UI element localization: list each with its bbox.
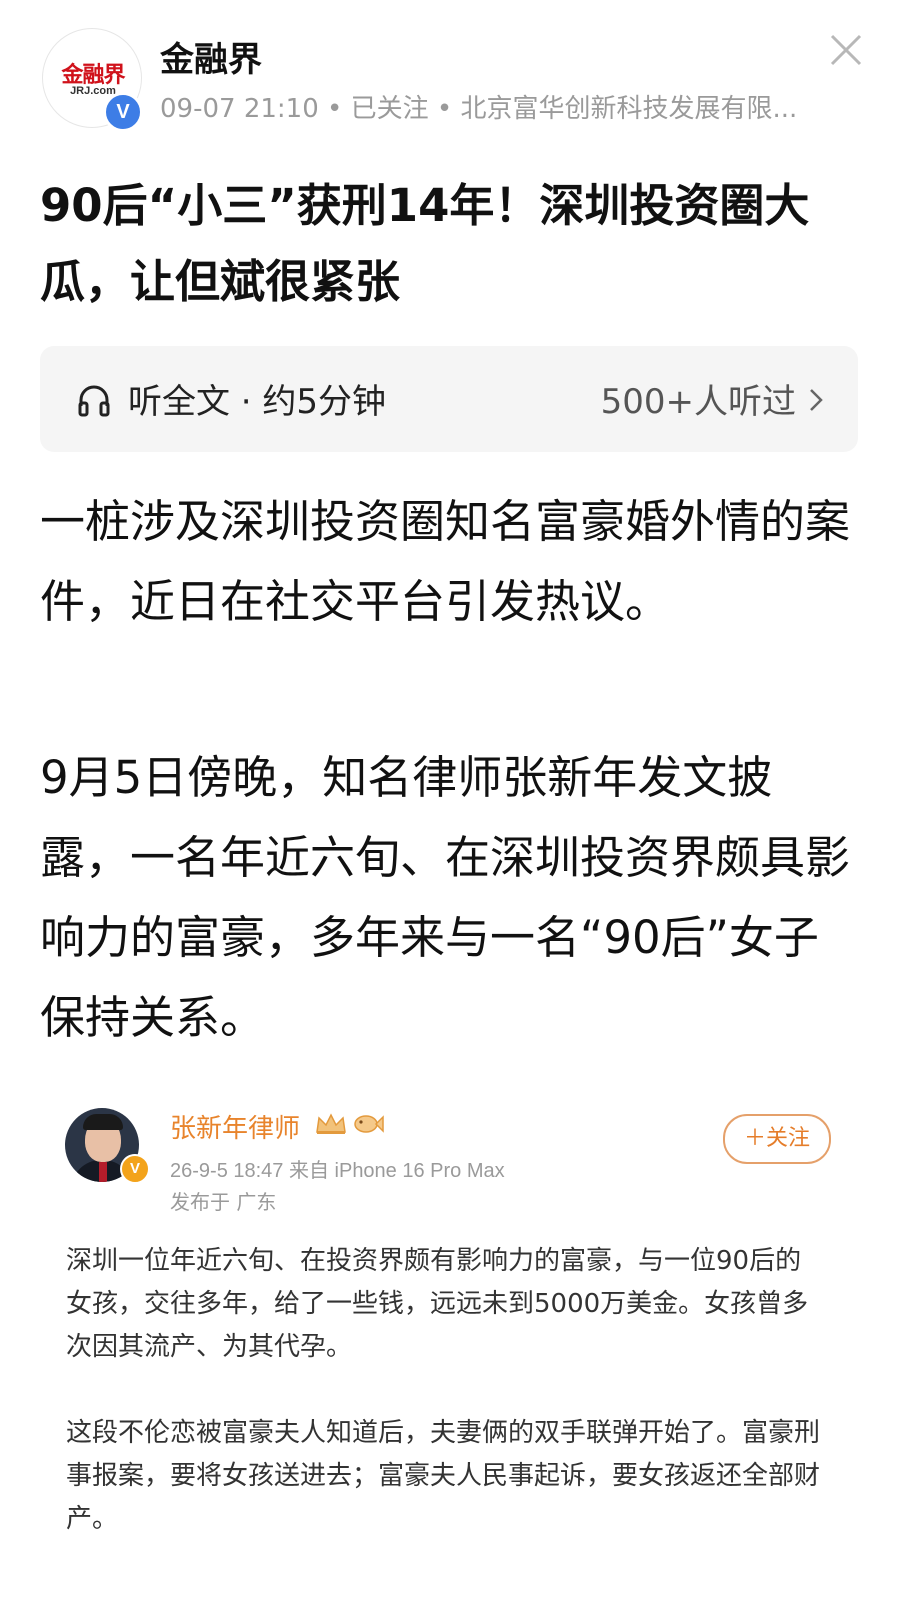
embed-paragraph: 这段不伦恋被富豪夫人知道后，夫妻俩的双手联弹开始了。富豪刑事报案，要将女孩送进去… xyxy=(66,1418,821,1534)
embed-author-name: 张新年律师 xyxy=(170,1114,301,1144)
article-paragraph: 9月5日傍晚，知名律师张新年发文披露，一名年近六旬、在深圳投资界颇具影响力的富豪… xyxy=(40,751,851,1044)
close-icon[interactable] xyxy=(826,30,866,70)
listen-full-article-bar[interactable]: 听全文 · 约5分钟 500+人听过 xyxy=(40,346,858,452)
fish-icon xyxy=(354,1115,384,1133)
article-title: 90后“小三”获刑14年！深圳投资圈大瓜，让但斌很紧张 xyxy=(40,179,810,308)
chevron-right-icon xyxy=(810,389,823,411)
post-header: 金融界 JRJ.com V 金融界 09-07 21:10 • 已关注 • 北京… xyxy=(0,0,922,140)
listen-count: 500+人听过 xyxy=(600,382,796,422)
embed-follow-button: ＋关注 xyxy=(723,1114,831,1164)
verified-badge-icon: V xyxy=(103,92,143,132)
post-meta: 09-07 21:10 • 已关注 • 北京富华创新科技发展有限... xyxy=(160,94,798,124)
embed-location: 发布于 广东 xyxy=(170,1190,277,1214)
embed-time-source: 26-9-5 18:47 来自 iPhone 16 Pro Max xyxy=(170,1160,505,1182)
embed-verified-icon: V xyxy=(120,1154,150,1184)
embed-paragraph: 深圳一位年近六旬、在投资界颇有影响力的富豪，与一位90后的女孩，交往多年，给了一… xyxy=(66,1246,809,1362)
article-paragraph: 一桩涉及深圳投资圈知名富豪婚外情的案件，近日在社交平台引发热议。 xyxy=(40,495,851,628)
embedded-post-screenshot: V 张新年律师 26-9-5 18:47 来自 iPhone 16 Pro Ma… xyxy=(40,1090,882,1609)
account-name[interactable]: 金融界 xyxy=(160,32,262,81)
headphones-icon xyxy=(78,385,110,417)
crown-icon xyxy=(316,1113,346,1134)
listen-label: 听全文 · 约5分钟 xyxy=(128,382,387,422)
